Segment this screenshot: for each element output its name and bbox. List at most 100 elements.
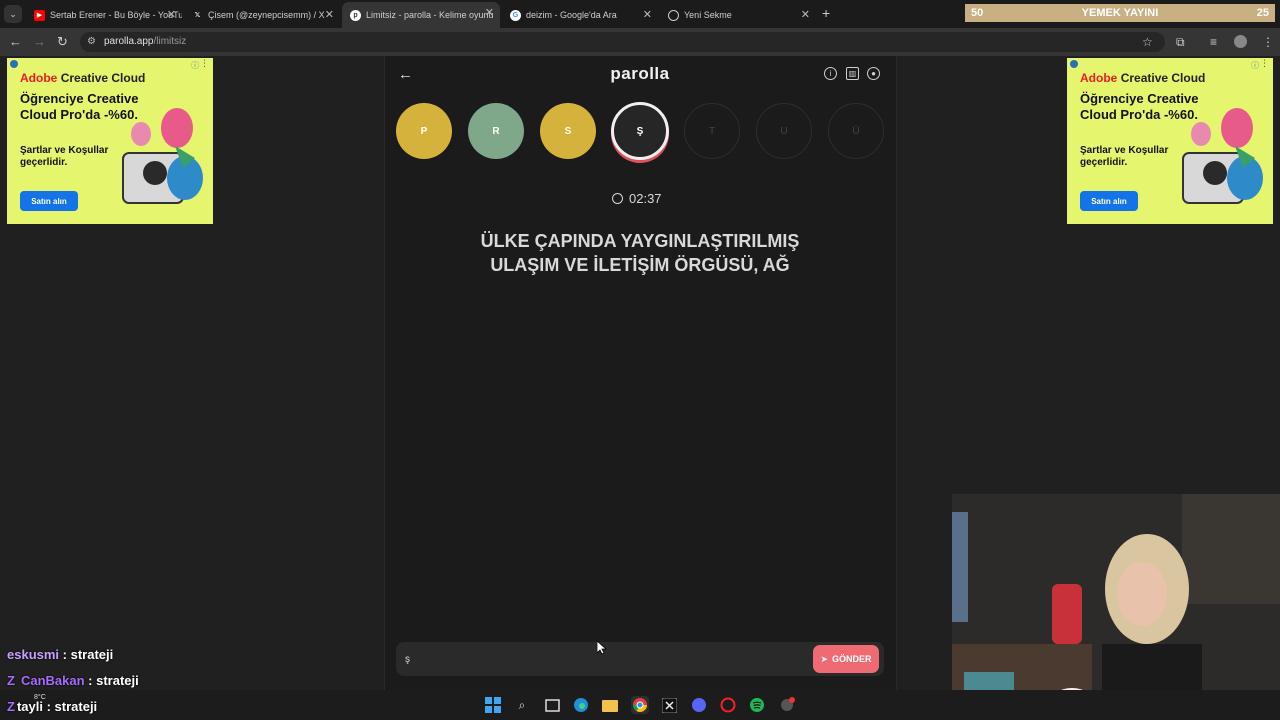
submit-button[interactable]: ➤ GÖNDER: [813, 645, 879, 673]
letter-circle-u: U: [756, 103, 812, 159]
parolla-icon: p: [350, 9, 361, 21]
close-tab-icon[interactable]: ✕: [643, 8, 652, 21]
badge-icon: Z: [7, 673, 15, 688]
submit-label: GÖNDER: [832, 654, 872, 664]
chat-message: eskusmi : strateji: [7, 647, 113, 662]
ad-artwork: [1182, 108, 1263, 204]
chat-username: tayli: [16, 699, 43, 714]
tab-title: Sertab Erener - Bu Böyle - YouTube: [50, 10, 182, 20]
close-tab-icon[interactable]: ✕: [167, 8, 176, 21]
close-tab-icon[interactable]: ✕: [485, 6, 494, 19]
tab-new[interactable]: Yeni Sekme ✕: [660, 4, 816, 26]
ad-cta-button[interactable]: Satın alın: [1080, 191, 1138, 211]
ad-info-icon[interactable]: ⓘ: [191, 60, 199, 71]
site-info-icon[interactable]: ⚙: [87, 36, 96, 47]
stats-icon[interactable]: ▥: [846, 67, 859, 80]
tab-title: Limitsiz - parolla - Kelime oyunu: [366, 10, 494, 20]
google-icon: G: [510, 9, 521, 21]
adchoices-icon[interactable]: [1070, 60, 1078, 68]
mouse-cursor-icon: [597, 641, 607, 655]
spotify-icon[interactable]: [748, 696, 766, 714]
tab-title: Yeni Sekme: [684, 10, 732, 20]
chrome-icon: [668, 9, 679, 21]
profile-avatar-icon[interactable]: [1234, 35, 1247, 48]
windows-start-icon[interactable]: [484, 696, 502, 714]
letter-circle-t: T: [684, 103, 740, 159]
ad-brand: Adobe Creative Cloud: [1080, 71, 1206, 85]
letter-circle-current: Ş: [611, 102, 669, 160]
chat-message: Ztayli : strateji: [7, 699, 97, 714]
ad-brand: Adobe Creative Cloud: [20, 71, 146, 85]
weather-widget[interactable]: 8°C: [34, 694, 46, 701]
ad-cta-button[interactable]: Satın alın: [20, 191, 78, 211]
question-line-1: ÜLKE ÇAPINDA YAYGINLAŞTIRILMIŞ: [480, 231, 800, 251]
chat-text: : strateji: [46, 699, 98, 714]
letter-circle-p: P: [396, 103, 452, 159]
ad-banner-left[interactable]: ⓘ ⋮ Adobe Creative Cloud Öğrenciye Creat…: [7, 58, 213, 224]
x-icon: 𝕏: [194, 12, 201, 19]
question-line-2: ULAŞIM VE İLETİŞİM ÖRGÜSÜ, AĞ: [490, 255, 790, 275]
webcam-image: [952, 494, 1280, 720]
chat-message: Z CanBakan : strateji: [7, 673, 139, 688]
question-text: ÜLKE ÇAPINDA YAYGINLAŞTIRILMIŞ ULAŞIM VE…: [420, 229, 860, 277]
tab-x[interactable]: 𝕏 Çisem (@zeynepcisemm) / X ✕: [184, 4, 340, 26]
close-tab-icon[interactable]: ✕: [325, 8, 334, 21]
ad-menu-icon[interactable]: ⋮: [200, 58, 209, 69]
tab-title: Çisem (@zeynepcisemm) / X: [208, 10, 325, 20]
youtube-icon: ▶: [34, 9, 45, 21]
edge-icon[interactable]: [572, 696, 590, 714]
parolla-logo[interactable]: parolla: [560, 64, 720, 84]
overlay-title: YEMEK YAYINI: [1081, 7, 1159, 19]
badge-icon: Z: [7, 699, 15, 714]
ad-artwork: [122, 108, 203, 204]
letter-circle-r: R: [468, 103, 524, 159]
answer-input-value[interactable]: ş: [405, 654, 410, 665]
info-icon[interactable]: i: [824, 67, 837, 80]
bookmark-star-icon[interactable]: ☆: [1142, 35, 1153, 49]
reload-icon[interactable]: ↻: [57, 34, 68, 50]
clock-icon: [612, 193, 623, 204]
forward-icon[interactable]: →: [33, 34, 46, 49]
task-view-icon[interactable]: [543, 696, 561, 714]
opera-icon[interactable]: [719, 696, 737, 714]
search-icon[interactable]: ⌕: [513, 696, 531, 714]
ad-banner-right[interactable]: ⓘ ⋮ Adobe Creative Cloud Öğrenciye Creat…: [1067, 58, 1273, 224]
address-bar[interactable]: [80, 32, 1165, 52]
stream-overlay-bar: 50 YEMEK YAYINI 25: [965, 4, 1275, 22]
new-tab-button[interactable]: +: [822, 5, 830, 21]
ad-info-icon[interactable]: ⓘ: [1251, 60, 1259, 71]
adchoices-icon[interactable]: [10, 60, 18, 68]
tab-search-button[interactable]: ⌄: [4, 5, 22, 23]
letter-circle-uu: Ü: [828, 103, 884, 159]
timer-value: 02:37: [629, 191, 662, 206]
chrome-icon[interactable]: [631, 696, 649, 714]
tab-google[interactable]: G deizim - Google'da Ara ✕: [502, 4, 658, 26]
ad-menu-icon[interactable]: ⋮: [1260, 58, 1269, 69]
media-icon[interactable]: ≡: [1210, 35, 1217, 49]
chat-username: CanBakan: [20, 673, 85, 688]
tab-title: deizim - Google'da Ara: [526, 10, 617, 20]
app-icon[interactable]: [778, 696, 796, 714]
tab-parolla[interactable]: p Limitsiz - parolla - Kelime oyunu ✕: [342, 2, 500, 28]
answer-input[interactable]: [396, 642, 884, 676]
close-tab-icon[interactable]: ✕: [801, 8, 810, 21]
url-host: parolla.app: [104, 36, 154, 47]
x-app-icon[interactable]: [660, 696, 678, 714]
overlay-right-number: 25: [1256, 7, 1269, 19]
chat-text: : strateji: [88, 673, 139, 688]
chat-text: : strateji: [62, 647, 114, 662]
back-arrow-icon[interactable]: ←: [398, 66, 413, 83]
send-icon: ➤: [820, 653, 829, 664]
url-path: /limitsiz: [153, 36, 187, 47]
profile-icon[interactable]: ●: [867, 67, 880, 80]
extensions-icon[interactable]: ⧉: [1176, 35, 1185, 50]
discord-icon[interactable]: [690, 696, 708, 714]
menu-dots-icon[interactable]: ⋮: [1262, 35, 1274, 49]
webcam-overlay: [952, 494, 1280, 720]
back-icon[interactable]: ←: [9, 34, 22, 49]
url-text[interactable]: parolla.app/limitsiz: [104, 36, 186, 47]
timer: 02:37: [612, 191, 662, 206]
chat-username: eskusmi: [7, 647, 60, 662]
file-explorer-icon[interactable]: [601, 696, 619, 714]
tab-youtube[interactable]: ▶ Sertab Erener - Bu Böyle - YouTube ✕: [26, 4, 182, 26]
